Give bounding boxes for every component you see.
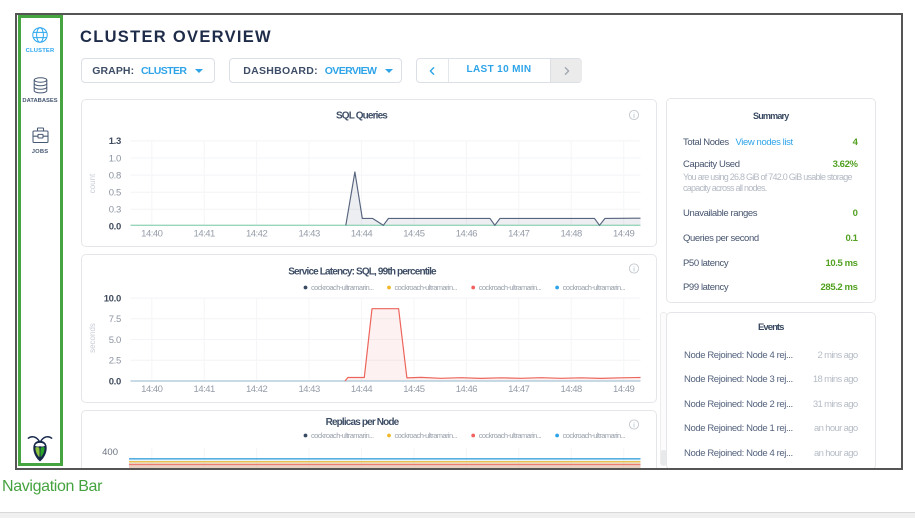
svg-text:14:41: 14:41: [193, 228, 214, 239]
svg-text:0.0: 0.0: [108, 221, 120, 232]
svg-text:14:46: 14:46: [455, 384, 476, 395]
svg-text:14:41: 14:41: [193, 384, 214, 395]
svg-text:14:40: 14:40: [141, 384, 162, 395]
svg-text:0.0: 0.0: [108, 376, 120, 387]
svg-text:cockroach-ultramarin...: cockroach-ultramarin...: [394, 431, 457, 440]
svg-text:14:42: 14:42: [245, 228, 266, 239]
svg-text:i: i: [633, 266, 635, 273]
svg-text:i: i: [633, 113, 635, 120]
svg-text:Replicas per Node: Replicas per Node: [325, 417, 399, 428]
svg-text:2.5: 2.5: [108, 355, 120, 366]
svg-text:cockroach-ultramarin...: cockroach-ultramarin...: [311, 431, 374, 440]
svg-text:cockroach-ultramarin...: cockroach-ultramarin...: [394, 283, 457, 292]
svg-text:14:47: 14:47: [508, 384, 529, 395]
svg-text:cockroach-ultramarin...: cockroach-ultramarin...: [478, 283, 541, 292]
svg-text:14:48: 14:48: [560, 384, 581, 395]
svg-text:cockroach-ultramarin...: cockroach-ultramarin...: [562, 431, 625, 440]
svg-text:0.5: 0.5: [108, 187, 120, 198]
svg-text:cockroach-ultramarin...: cockroach-ultramarin...: [478, 431, 541, 440]
svg-text:Service Latency: SQL, 99th per: Service Latency: SQL, 99th percentile: [288, 266, 437, 277]
svg-text:count: count: [88, 172, 97, 192]
svg-text:14:44: 14:44: [350, 228, 371, 239]
svg-text:400: 400: [102, 447, 118, 458]
svg-text:14:48: 14:48: [560, 228, 581, 239]
svg-text:cockroach-ultramarin...: cockroach-ultramarin...: [311, 283, 374, 292]
svg-text:1.0: 1.0: [108, 153, 120, 164]
svg-text:14:42: 14:42: [245, 384, 266, 395]
svg-text:14:43: 14:43: [298, 384, 319, 395]
svg-text:14:43: 14:43: [298, 228, 319, 239]
svg-text:14:46: 14:46: [455, 228, 476, 239]
svg-text:i: i: [633, 423, 635, 430]
svg-text:seconds: seconds: [88, 323, 97, 353]
svg-text:0.8: 0.8: [108, 170, 120, 181]
svg-text:14:45: 14:45: [403, 384, 424, 395]
svg-text:1.3: 1.3: [108, 136, 120, 147]
svg-text:7.5: 7.5: [108, 314, 120, 325]
svg-text:14:49: 14:49: [613, 384, 634, 395]
svg-text:14:44: 14:44: [350, 384, 371, 395]
svg-text:14:49: 14:49: [613, 228, 634, 239]
svg-text:cockroach-ultramarin...: cockroach-ultramarin...: [562, 283, 625, 292]
svg-text:SQL Queries: SQL Queries: [335, 110, 387, 121]
svg-text:14:47: 14:47: [508, 228, 529, 239]
svg-text:14:45: 14:45: [403, 228, 424, 239]
svg-text:14:40: 14:40: [141, 228, 162, 239]
svg-text:5.0: 5.0: [108, 334, 120, 345]
svg-text:10.0: 10.0: [103, 293, 120, 304]
svg-text:0.3: 0.3: [108, 204, 120, 215]
